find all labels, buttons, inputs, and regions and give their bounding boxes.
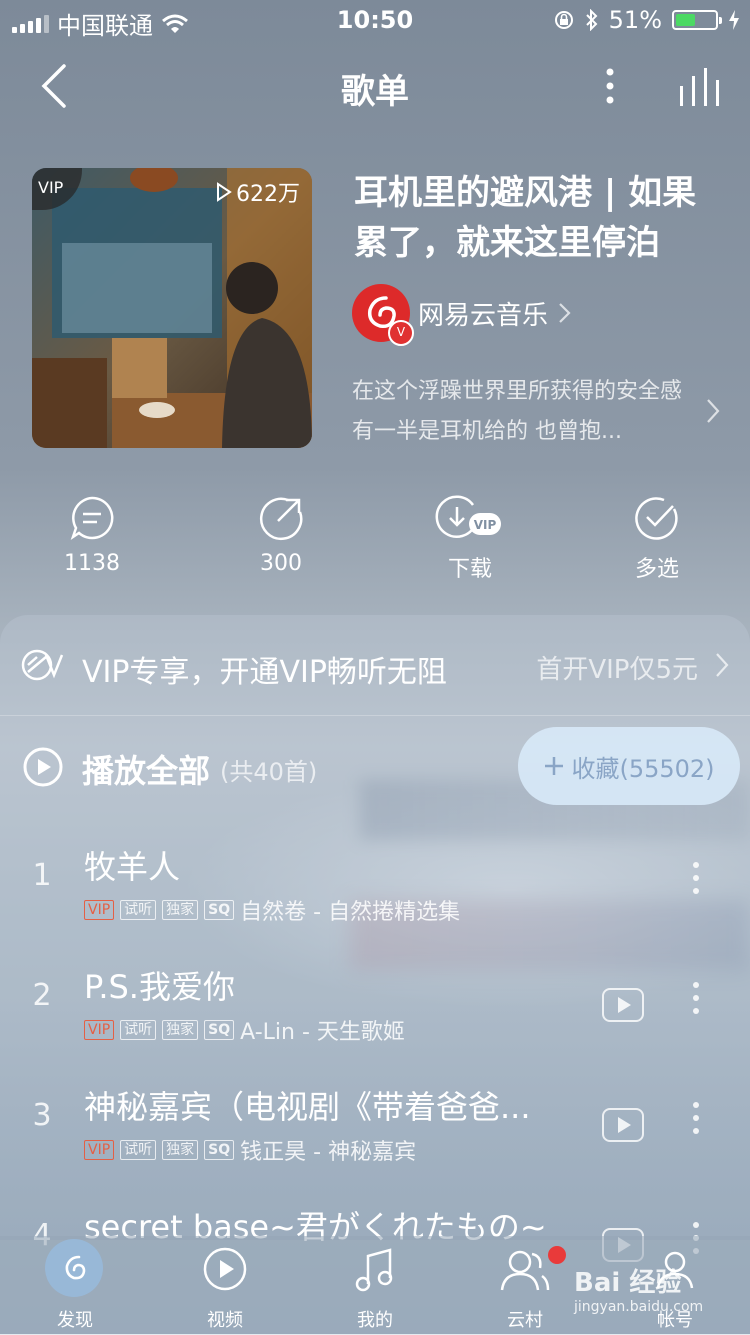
- share-icon: [259, 497, 303, 541]
- chevron-right-icon[interactable]: [704, 396, 722, 426]
- song-tag: 试听: [120, 900, 157, 920]
- comment-count: 1138: [64, 551, 120, 576]
- vip-tag: VIP: [84, 1020, 115, 1040]
- action-row: 1138 300 VIP 下载 多选: [0, 495, 750, 585]
- notification-dot: [548, 1246, 566, 1264]
- song-more-button[interactable]: [690, 982, 702, 1021]
- sq-tag: SQ: [204, 1140, 235, 1160]
- song-row[interactable]: 3 神秘嘉宾（电视剧《带着爸爸... VIP 试听 独家 SQ 钱正昊 - 神秘嘉宾: [0, 1082, 750, 1202]
- creator-name: 网易云音乐: [418, 300, 549, 331]
- comment-button[interactable]: 1138: [32, 495, 152, 576]
- nav-bar: 歌单: [0, 50, 750, 120]
- battery-icon: [672, 10, 722, 30]
- watermark-brand: Bai 经验: [574, 1268, 682, 1298]
- song-row[interactable]: 1 牧羊人 VIP 试听 独家 SQ 自然卷 - 自然捲精选集: [0, 842, 750, 962]
- now-playing-button[interactable]: [672, 58, 732, 114]
- netease-logo-icon: [65, 1255, 86, 1280]
- chevron-right-icon: [716, 653, 729, 677]
- song-index: 2: [32, 978, 52, 1013]
- song-meta: VIP 试听 独家 SQ A-Lin - 天生歌姬: [84, 1014, 405, 1046]
- tab-discover[interactable]: 发现: [0, 1236, 150, 1334]
- verified-badge: V: [388, 320, 414, 346]
- checkmark-circle-icon: [635, 497, 678, 540]
- share-button[interactable]: 300: [221, 495, 341, 576]
- music-note-icon: [355, 1248, 393, 1292]
- download-button[interactable]: VIP 下载: [410, 495, 530, 583]
- song-index: 3: [32, 1098, 52, 1133]
- play-count: 622万: [216, 176, 300, 208]
- play-count-value: 622万: [236, 182, 300, 207]
- download-vip-icon: VIP: [435, 495, 501, 538]
- tab-mine[interactable]: 我的: [300, 1236, 450, 1334]
- song-index: 1: [32, 858, 52, 893]
- multiselect-button[interactable]: 多选: [597, 495, 717, 583]
- song-title: P.S.我爱你: [84, 968, 235, 1006]
- download-label: 下载: [447, 557, 492, 582]
- song-tag: 独家: [162, 900, 199, 920]
- bluetooth-icon: [585, 9, 598, 31]
- vip-banner-text: VIP专享，开通VIP畅听无阻: [82, 655, 447, 690]
- song-meta: VIP 试听 独家 SQ 自然卷 - 自然捲精选集: [84, 894, 460, 926]
- vip-banner[interactable]: VIP专享，开通VIP畅听无阻 首开VIP仅5元: [0, 615, 750, 716]
- chevron-right-icon: [559, 303, 571, 323]
- song-row[interactable]: 2 P.S.我爱你 VIP 试听 独家 SQ A-Lin - 天生歌姬: [0, 962, 750, 1082]
- collect-label: 收藏(55502): [571, 754, 715, 783]
- more-options-button[interactable]: [590, 58, 630, 114]
- play-circle-icon: [23, 747, 63, 787]
- video-icon: [203, 1247, 247, 1291]
- song-subtitle: A-Lin - 天生歌姬: [240, 1020, 405, 1045]
- song-tag: 独家: [162, 1140, 199, 1160]
- song-tag: 试听: [120, 1140, 157, 1160]
- song-more-button[interactable]: [690, 862, 702, 901]
- playlist-title: 耳机里的避风港 | 如果累了，就来这里停泊: [354, 173, 697, 263]
- playlist-cover[interactable]: VIP 622万: [32, 168, 312, 448]
- mv-button[interactable]: [602, 988, 644, 1022]
- sq-tag: SQ: [204, 1020, 235, 1040]
- tab-label: 视频: [207, 1310, 243, 1331]
- vip-promo: 首开VIP仅5元: [536, 655, 698, 685]
- svg-text:VIP: VIP: [474, 518, 497, 532]
- tab-label: 我的: [357, 1310, 393, 1331]
- plus-icon: [545, 757, 564, 775]
- watermark: Bai 经验 jingyan.baidu.com: [574, 1262, 703, 1315]
- cover-image: [32, 168, 312, 448]
- creator-avatar: V: [352, 284, 414, 346]
- tab-label: 发现: [57, 1310, 93, 1331]
- song-title: 牧羊人: [84, 848, 181, 886]
- song-meta: VIP 试听 独家 SQ 钱正昊 - 神秘嘉宾: [84, 1134, 416, 1166]
- comment-icon: [70, 496, 114, 541]
- tab-video[interactable]: 视频: [150, 1236, 300, 1334]
- charging-icon: [729, 10, 739, 30]
- play-all-label: 播放全部: [82, 752, 211, 790]
- vip-tag: VIP: [84, 900, 115, 920]
- page-title: 歌单: [341, 72, 409, 112]
- watermark-url: jingyan.baidu.com: [574, 1299, 704, 1315]
- share-count: 300: [260, 551, 302, 576]
- song-subtitle: 自然卷 - 自然捲精选集: [240, 900, 461, 925]
- collect-button[interactable]: 收藏(55502): [518, 727, 740, 805]
- song-more-button[interactable]: [690, 1102, 702, 1141]
- song-subtitle: 钱正昊 - 神秘嘉宾: [240, 1140, 417, 1165]
- mv-button[interactable]: [602, 1108, 644, 1142]
- creator-link[interactable]: V 网易云音乐: [352, 284, 574, 346]
- play-icon: [217, 182, 232, 202]
- battery-percent: 51%: [608, 6, 662, 34]
- song-tag: 独家: [162, 1020, 199, 1040]
- multiselect-label: 多选: [634, 557, 679, 582]
- orientation-lock-icon: [554, 11, 573, 29]
- song-title: 神秘嘉宾（电视剧《带着爸爸...: [84, 1088, 531, 1126]
- vip-tag: VIP: [84, 1140, 115, 1160]
- friends-icon: [500, 1250, 550, 1291]
- song-count: (共40首): [220, 758, 318, 786]
- status-bar: 中国联通 10:50 51%: [0, 0, 750, 40]
- playlist-description[interactable]: 在这个浮躁世界里所获得的安全感 有一半是耳机给的 也曾抱...: [352, 372, 692, 452]
- vip-icon: [21, 649, 64, 681]
- song-tag: 试听: [120, 1020, 157, 1040]
- sq-tag: SQ: [204, 900, 235, 920]
